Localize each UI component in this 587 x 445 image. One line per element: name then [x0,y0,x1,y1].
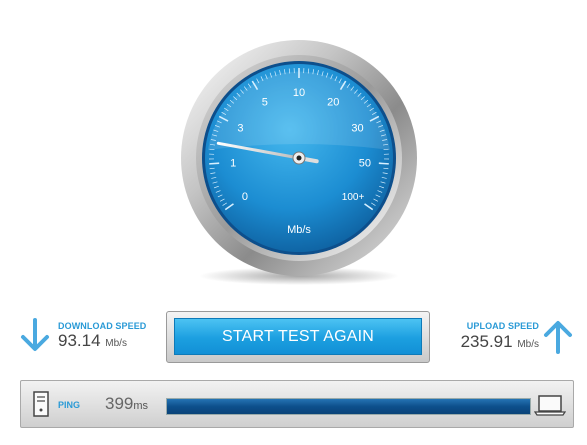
gauge-major-tick [378,162,389,165]
ping-progress-track [166,398,531,415]
upload-speed-block: UPLOAD SPEED 235.91 Mb/s [413,318,573,358]
arrow-down-icon [21,318,49,351]
gauge-tick-label: 3 [237,123,243,135]
gauge-tick-label: 30 [351,123,363,135]
speedometer-gauge: 0 1 3 5 10 20 30 50 100+ Mb/s [181,40,417,285]
download-speed-unit: Mb/s [105,338,127,349]
gauge-unit-label: Mb/s [287,224,311,236]
download-speed-label: DOWNLOAD SPEED [58,321,147,331]
arrow-up-icon [544,321,572,354]
laptop-icon [534,395,566,416]
gauge-tick-label: 5 [262,97,268,109]
ping-unit: ms [133,400,149,412]
gauge-tick-label: 10 [293,87,305,99]
ping-value: 399ms [105,394,149,413]
gauge-major-tick [209,162,220,165]
ping-bar: PING 399ms [20,380,574,428]
gauge-hub-center [296,155,302,161]
ping-progress-fill [167,399,530,414]
gauge-tick-label: 50 [359,157,371,169]
gauge-tick-label: 1 [230,157,236,169]
upload-speed-label: UPLOAD SPEED [466,321,539,331]
gauge-tick-label: 0 [242,191,248,203]
start-test-again-button[interactable]: START TEST AGAIN [174,318,422,355]
server-icon [33,391,49,417]
gauge-tick-label: 100+ [342,192,365,203]
upload-speed-unit: Mb/s [517,339,539,350]
ping-label: PING [58,400,81,410]
start-button-frame: START TEST AGAIN [166,311,430,363]
gauge-tick-label: 20 [327,97,339,109]
download-speed-value: 93.14 Mb/s [58,331,127,350]
upload-speed-value: 235.91 Mb/s [460,332,539,351]
